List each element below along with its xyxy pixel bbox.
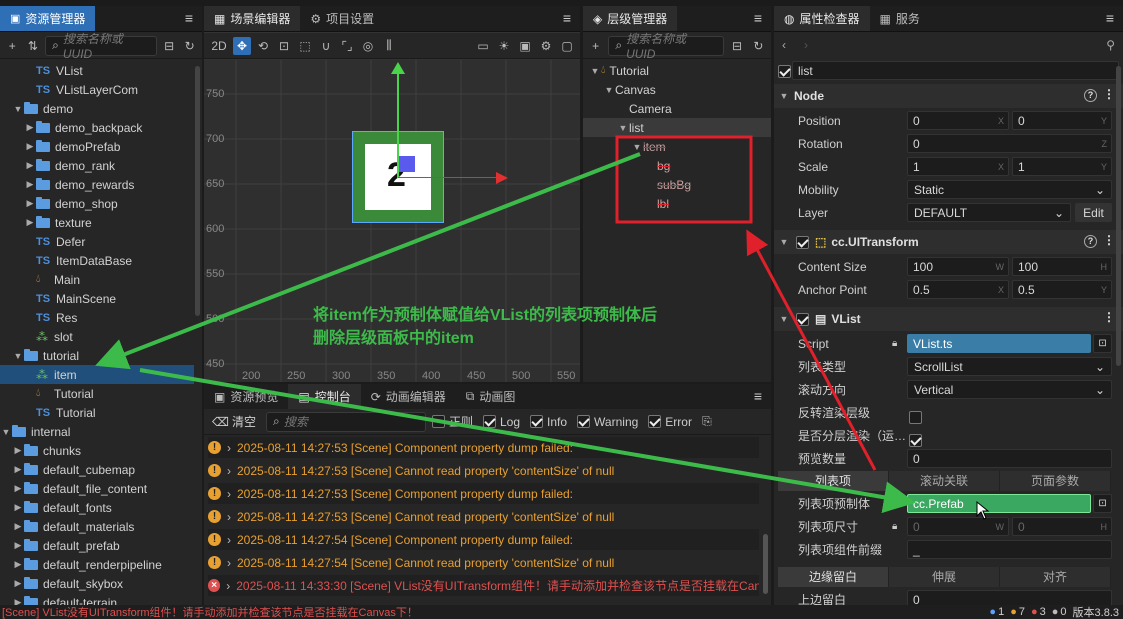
mouse-cursor-icon	[976, 500, 990, 520]
green-arrow-to-prefab-field	[139, 368, 916, 514]
annotation-text: 将item作为预制体赋值给VList的列表项预制体后 删除层级面板中的item	[313, 307, 658, 347]
hierarchy-item-highlight	[615, 135, 753, 224]
red-arrow-to-hierarchy	[746, 229, 877, 471]
